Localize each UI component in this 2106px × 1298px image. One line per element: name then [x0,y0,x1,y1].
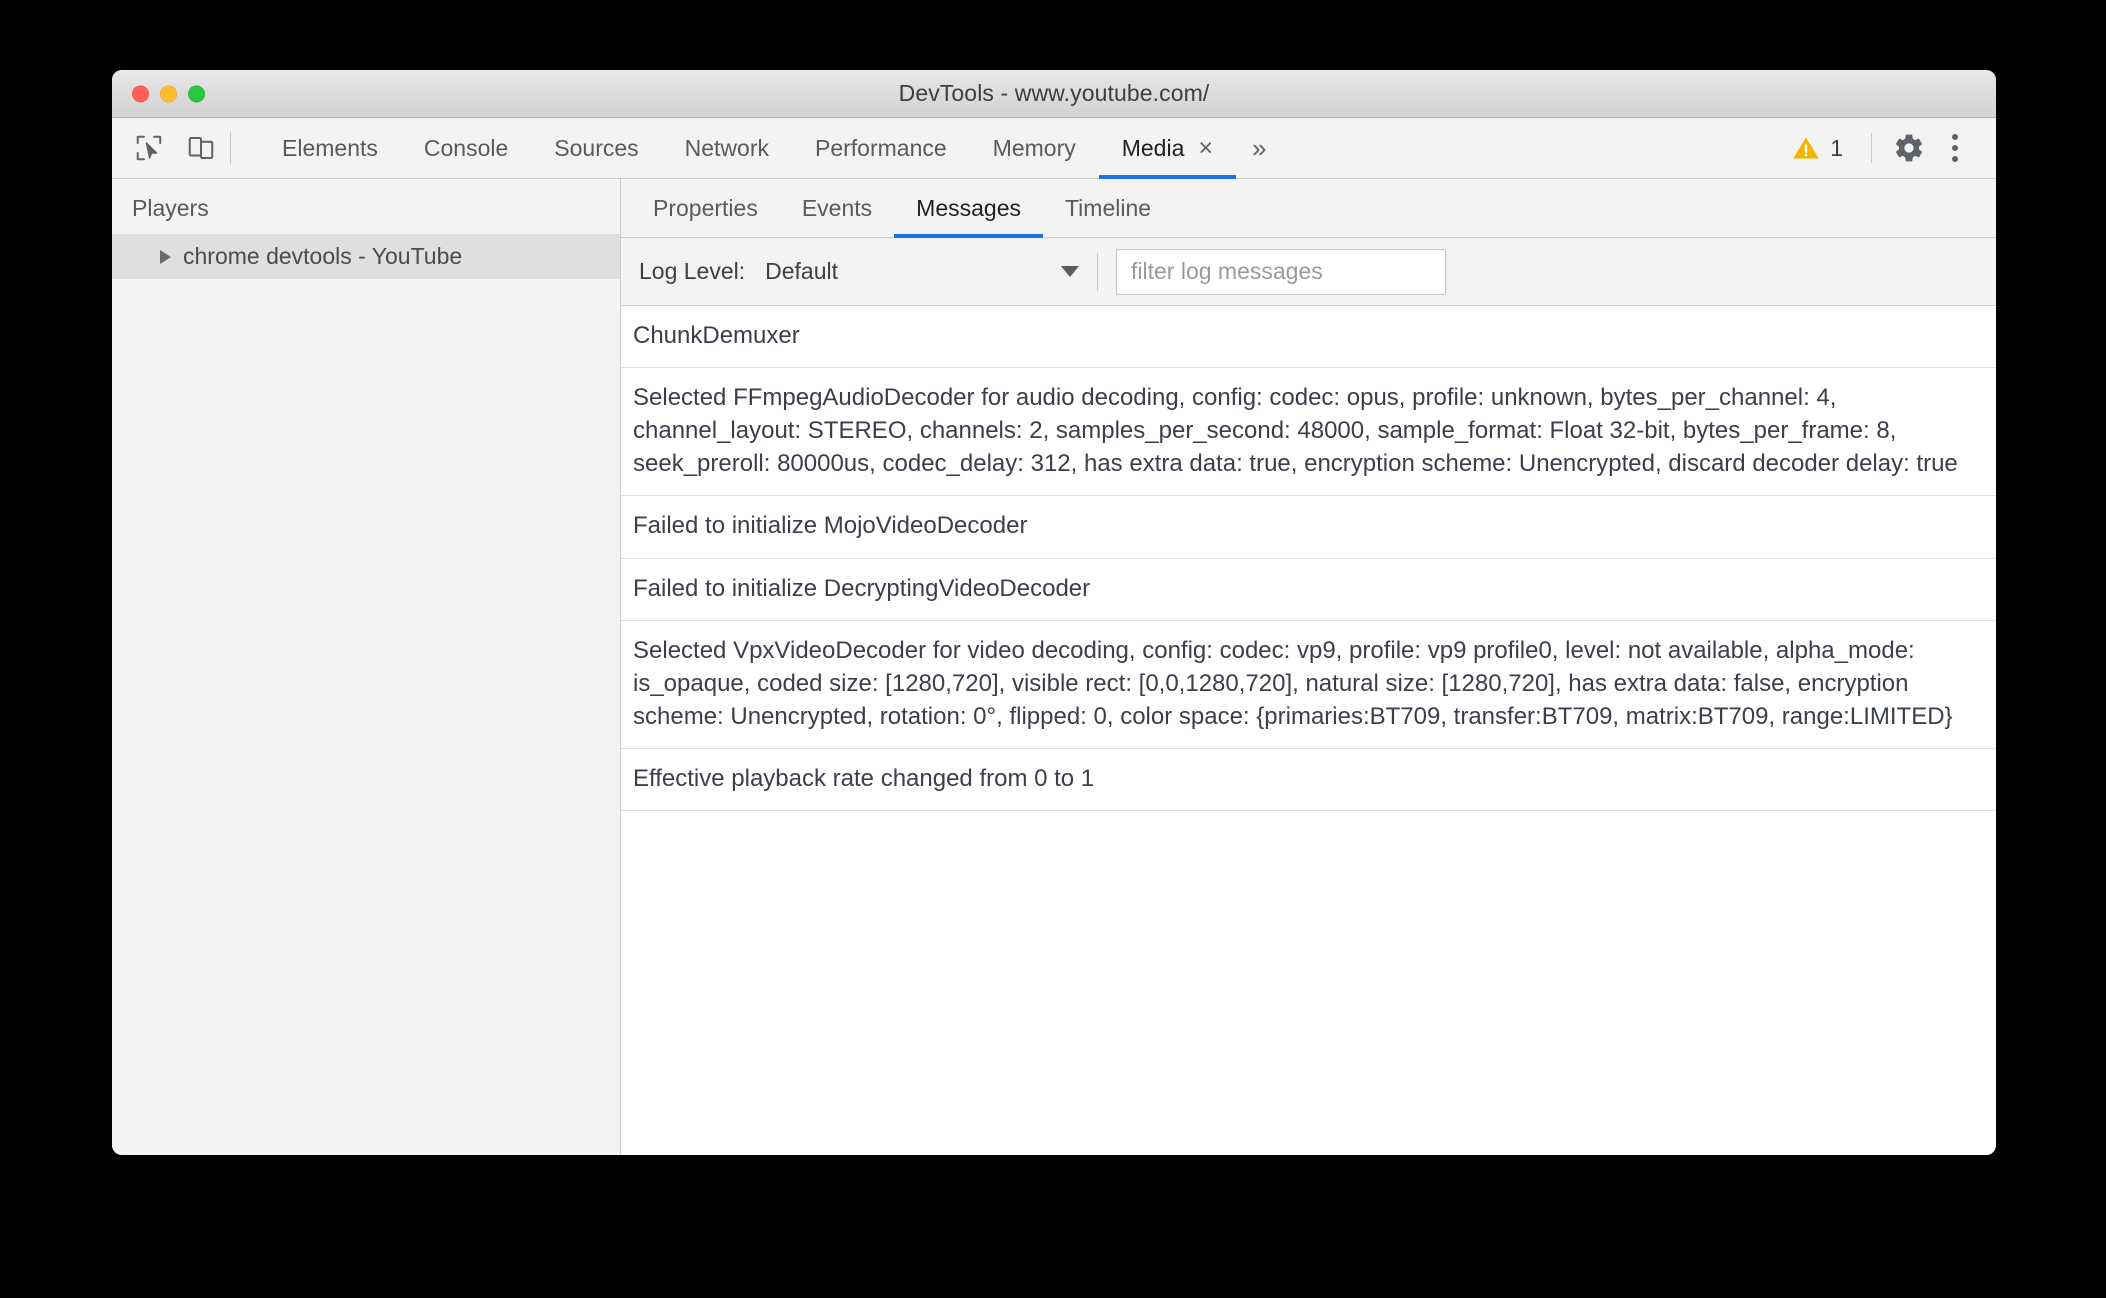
media-subtab-list: Properties Events Messages Timeline [621,179,1996,238]
tab-messages[interactable]: Messages [894,179,1043,238]
tab-events[interactable]: Events [780,179,894,237]
message-text: Failed to initialize MojoVideoDecoder [633,512,1028,540]
tab-console-label: Console [423,134,509,161]
message-text: ChunkDemuxer [633,322,800,349]
message-row[interactable]: Effective playback rate changed from 0 t… [621,749,1996,812]
devtools-toolbar: Elements Console Sources Network Perform… [112,118,1996,179]
sidebar-item-label: chrome devtools - YouTube [183,243,463,269]
close-icon[interactable]: × [1198,135,1213,161]
tab-media-label: Media [1121,134,1185,161]
message-row[interactable]: Selected FFmpegAudioDecoder for audio de… [621,368,1996,497]
tab-messages-label: Messages [916,194,1021,221]
tab-timeline[interactable]: Timeline [1043,179,1173,237]
tab-sources[interactable]: Sources [531,118,661,178]
gear-icon[interactable] [1886,125,1932,171]
devtools-window: DevTools - www.youtube.com/ Elements Con… [112,70,1996,1155]
messages-list[interactable]: ChunkDemuxer Selected FFmpegAudioDecoder… [621,306,1996,1155]
message-row[interactable]: ChunkDemuxer [621,306,1996,369]
tab-network-label: Network [684,134,769,161]
log-level-label: Log Level: [639,258,746,284]
tab-events-label: Events [801,194,873,221]
message-row[interactable]: Failed to initialize DecryptingVideoDeco… [621,559,1996,621]
message-text: Selected VpxVideoDecoder for video decod… [633,636,1953,730]
media-panel-content: Properties Events Messages Timeline Log … [621,179,1996,1155]
expand-triangle-icon[interactable] [160,249,171,264]
messages-filter-bar: Log Level: Default filter log messages [621,238,1996,306]
toolbar-icon-group [126,118,259,178]
maximize-window-button[interactable] [188,85,205,102]
tab-media[interactable]: Media × [1098,118,1237,179]
toolbar-divider [230,132,231,164]
traffic-light-buttons [132,85,205,102]
filter-log-messages-input[interactable]: filter log messages [1116,248,1446,295]
log-level-select[interactable]: Log Level: Default [639,238,1097,305]
warning-triangle-icon [1793,137,1820,159]
message-row[interactable]: Selected VpxVideoDecoder for video decod… [621,621,1996,749]
warning-indicator[interactable]: 1 [1778,135,1857,162]
chevron-down-icon[interactable] [1061,266,1079,277]
panel-tab-list: Elements Console Sources Network Perform… [259,118,1778,179]
window-titlebar: DevTools - www.youtube.com/ [112,70,1996,118]
log-level-value: Default [765,258,839,284]
tab-elements-label: Elements [282,134,378,161]
toolbar-right-divider [1871,133,1872,163]
tab-network[interactable]: Network [662,118,792,178]
warning-count: 1 [1830,134,1843,161]
devtools-body: Players chrome devtools - YouTube Proper… [112,179,1996,1155]
sidebar-header: Players [132,195,209,221]
device-toolbar-icon[interactable] [178,125,224,171]
tab-memory-label: Memory [992,134,1076,161]
more-tabs-icon[interactable]: » [1236,118,1282,178]
tab-properties-label: Properties [653,194,758,221]
kebab-dot [1952,134,1958,140]
message-text: Selected FFmpegAudioDecoder for audio de… [633,384,1958,478]
tab-performance[interactable]: Performance [792,118,970,178]
minimize-window-button[interactable] [160,85,177,102]
kebab-dot [1952,145,1958,151]
message-text: Effective playback rate changed from 0 t… [633,764,1095,792]
window-title: DevTools - www.youtube.com/ [898,80,1210,106]
kebab-menu-icon[interactable] [1932,125,1978,171]
sidebar-item-player[interactable]: chrome devtools - YouTube [112,234,620,279]
tab-performance-label: Performance [815,134,947,161]
toolbar-right-group: 1 [1778,118,1996,178]
message-text: Failed to initialize DecryptingVideoDeco… [633,574,1091,602]
inspect-cursor-icon[interactable] [126,125,172,171]
players-sidebar: Players chrome devtools - YouTube [112,179,621,1155]
tab-memory[interactable]: Memory [970,118,1099,178]
close-window-button[interactable] [132,85,149,102]
tab-properties[interactable]: Properties [631,179,780,237]
message-row[interactable]: Failed to initialize MojoVideoDecoder [621,496,1996,559]
kebab-dot [1952,156,1958,162]
tab-console[interactable]: Console [401,118,531,178]
filter-divider [1097,252,1098,291]
tab-elements[interactable]: Elements [259,118,401,178]
tab-sources-label: Sources [554,134,639,161]
tab-timeline-label: Timeline [1064,194,1152,221]
